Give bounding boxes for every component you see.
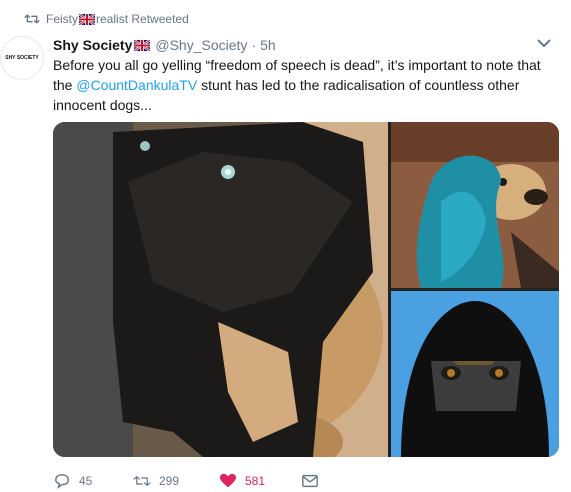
like-count: 581	[245, 474, 266, 488]
uk-flag-icon	[79, 13, 96, 25]
mention-link[interactable]: @CountDankulaTV	[76, 77, 197, 93]
dog-photo-left	[53, 122, 388, 457]
media-photo-bottom-right[interactable]	[391, 291, 559, 457]
retweeter-name-suffix[interactable]: realist	[96, 12, 128, 26]
reply-count: 45	[79, 474, 93, 488]
avatar-text: SHY SOCIETY	[5, 55, 39, 61]
tweet-timestamp[interactable]: 5h	[260, 37, 276, 53]
display-name[interactable]: Shy Society	[53, 37, 132, 53]
uk-flag-icon	[134, 39, 151, 51]
retweet-icon	[133, 476, 151, 486]
dog-photo-bottom-right	[391, 291, 559, 457]
like-icon	[220, 473, 236, 488]
caret-down-icon[interactable]	[537, 38, 551, 48]
retweet-context[interactable]: Feisty realist Retweeted	[24, 10, 189, 28]
media-grid	[53, 122, 559, 457]
reply-button[interactable]: 45	[53, 473, 133, 489]
tweet-text: Before you all go yelling “freedom of sp…	[53, 55, 553, 115]
separator-dot: ·	[251, 37, 257, 53]
dog-photo-top-right	[391, 122, 559, 288]
user-handle[interactable]: @Shy_Society	[155, 37, 247, 53]
retweet-icon	[24, 14, 40, 24]
retweeted-label: Retweeted	[131, 12, 189, 26]
retweeter-name-prefix[interactable]: Feisty	[46, 12, 78, 26]
retweet-count: 299	[159, 474, 180, 488]
avatar[interactable]: SHY SOCIETY	[0, 36, 44, 80]
reply-icon	[55, 474, 69, 489]
direct-message-button[interactable]	[301, 473, 331, 489]
tweet-header: Shy Society @Shy_Society · 5h	[53, 35, 551, 55]
retweet-button[interactable]: 299	[133, 473, 219, 489]
like-button[interactable]: 581	[219, 473, 301, 489]
tweet-actions: 45 299 581	[53, 470, 331, 492]
media-photo-top-right[interactable]	[391, 122, 559, 288]
media-photo-left[interactable]	[53, 122, 388, 457]
message-icon	[302, 474, 318, 488]
